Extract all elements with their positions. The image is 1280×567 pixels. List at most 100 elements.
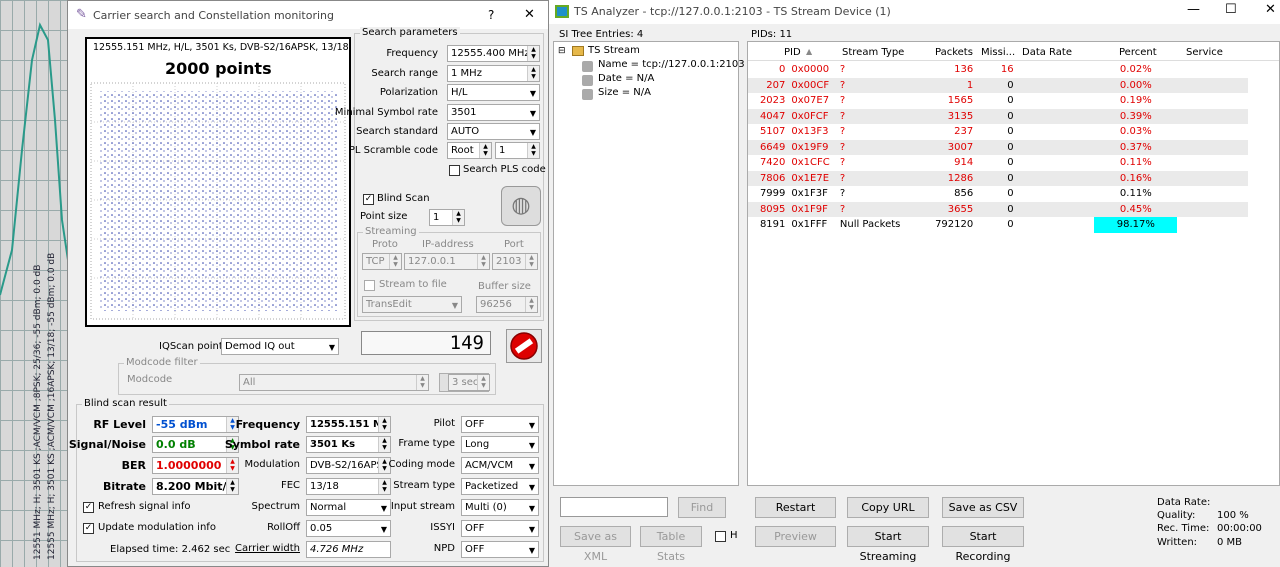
pl-mode-input[interactable]: Root ▲ ▼ bbox=[447, 142, 492, 159]
collapse-icon[interactable]: ⊟ bbox=[558, 46, 566, 56]
refresh-checkbox[interactable]: ✓ bbox=[83, 502, 94, 513]
spinner-icon[interactable]: ▲ ▼ bbox=[226, 458, 238, 473]
sec-input[interactable]: 3 sec ▲ ▼ bbox=[448, 374, 490, 391]
input-stream-select[interactable]: Multi (0) ▼ bbox=[461, 499, 539, 516]
spinner-icon[interactable]: ▲ ▼ bbox=[452, 210, 464, 225]
maximize-icon[interactable]: ☐ bbox=[1225, 2, 1237, 17]
spinner-icon[interactable]: ▲ ▼ bbox=[477, 254, 489, 269]
table-row[interactable]: 7420 0x1CFC? 914 0 0.11% bbox=[748, 155, 1248, 171]
frequency-value: 12555.400 MHz bbox=[451, 48, 530, 59]
close-icon[interactable]: ✕ bbox=[524, 7, 535, 22]
mod-field[interactable]: DVB-S2/16APSK ▲ ▼ bbox=[306, 457, 391, 474]
spinner-icon[interactable]: ▲ ▼ bbox=[527, 143, 539, 158]
col-stream-type[interactable]: Stream Type bbox=[842, 47, 904, 58]
tree-name[interactable]: Name = tcp://127.0.0.1:2103 bbox=[598, 59, 745, 70]
table-row[interactable]: 0 0x0000? 136 16 0.02% bbox=[748, 62, 1248, 78]
table-row[interactable]: 6649 0x19F9? 3007 0 0.37% bbox=[748, 139, 1248, 155]
spinner-icon[interactable]: ▲ ▼ bbox=[378, 437, 390, 452]
spinner-icon[interactable]: ▲ ▼ bbox=[525, 254, 537, 269]
minsr-select[interactable]: 3501 ▼ bbox=[447, 104, 540, 121]
find-button[interactable]: Find bbox=[678, 497, 726, 518]
range-input[interactable]: 1 MHz ▲ ▼ bbox=[447, 65, 540, 82]
spinner-icon[interactable]: ▲ ▼ bbox=[378, 417, 390, 432]
spectrum-select[interactable]: Normal ▼ bbox=[306, 499, 391, 516]
col-packets[interactable]: Packets bbox=[935, 47, 973, 58]
stop-button[interactable] bbox=[506, 329, 542, 363]
col-pid[interactable]: PID bbox=[784, 47, 801, 58]
find-input[interactable] bbox=[560, 497, 668, 517]
freq-field[interactable]: 12555.151 MH ▲ ▼ bbox=[306, 416, 391, 433]
fec-field[interactable]: 13/18 ▲ ▼ bbox=[306, 478, 391, 495]
rf-field[interactable]: -55 dBm ▲ ▼ bbox=[152, 416, 239, 433]
frequency-input[interactable]: 12555.400 MHz ▲ ▼ bbox=[447, 45, 540, 62]
update-checkbox[interactable]: ✓ bbox=[83, 523, 94, 534]
ber-field[interactable]: 1.0000000 ▲ ▼ bbox=[152, 457, 239, 474]
blind-scan-checkbox[interactable]: ✓ bbox=[363, 194, 374, 205]
table-row[interactable]: 8095 0x1F9F? 3655 0 0.45% bbox=[748, 201, 1248, 217]
iq-select[interactable]: Demod IQ out ▼ bbox=[221, 338, 339, 355]
pilot-select[interactable]: OFF ▼ bbox=[461, 416, 539, 433]
preview-button[interactable]: Preview bbox=[755, 526, 836, 547]
table-row[interactable]: 207 0x00CF? 1 0 0.00% bbox=[748, 77, 1248, 93]
globe-scan-button[interactable]: ◍ bbox=[501, 186, 541, 226]
col-data-rate[interactable]: Data Rate bbox=[1022, 47, 1072, 58]
issyi-select[interactable]: OFF ▼ bbox=[461, 520, 539, 537]
col-service[interactable]: Service bbox=[1186, 47, 1223, 58]
col-percent[interactable]: Percent bbox=[1119, 47, 1157, 58]
spinner-icon[interactable]: ▲ ▼ bbox=[477, 375, 489, 390]
modcode-input[interactable]: All ▲ ▼ bbox=[239, 374, 429, 391]
port-input[interactable]: 2103 ▲ ▼ bbox=[492, 253, 538, 270]
table-stats-button[interactable]: Table Stats bbox=[640, 526, 702, 563]
table-row[interactable]: 7806 0x1E7E? 1286 0 0.16% bbox=[748, 170, 1248, 186]
spinner-icon[interactable]: ▲ ▼ bbox=[479, 143, 491, 158]
spinner-icon[interactable]: ▲ ▼ bbox=[389, 254, 401, 269]
npd-select[interactable]: OFF ▼ bbox=[461, 541, 539, 558]
tree-date[interactable]: Date = N/A bbox=[598, 73, 654, 84]
polarization-select[interactable]: H/L ▼ bbox=[447, 84, 540, 101]
table-row[interactable]: 2023 0x07E7? 1565 0 0.19% bbox=[748, 93, 1248, 109]
ip-label: IP-address bbox=[422, 239, 474, 250]
spinner-icon[interactable]: ▲ ▼ bbox=[416, 375, 428, 390]
frame-type-select[interactable]: Long ▼ bbox=[461, 436, 539, 453]
std-select[interactable]: AUTO ▼ bbox=[447, 123, 540, 140]
save-csv-button[interactable]: Save as CSV bbox=[942, 497, 1024, 518]
search-pls-checkbox[interactable] bbox=[449, 165, 460, 176]
stream-type-label: Stream type bbox=[393, 480, 455, 491]
table-row[interactable]: 5107 0x13F3? 237 0 0.03% bbox=[748, 124, 1248, 140]
proto-input[interactable]: TCP ▲ ▼ bbox=[362, 253, 402, 270]
restart-button[interactable]: Restart bbox=[755, 497, 836, 518]
spinner-icon[interactable]: ▲ ▼ bbox=[226, 479, 238, 494]
spectrum-plot: 12551 MHz; H; 3501 KS ;ACM/VCM ;8PSK; 25… bbox=[0, 0, 68, 567]
quality-label: Quality: bbox=[1157, 510, 1196, 521]
spinner-icon[interactable]: ▲ ▼ bbox=[378, 479, 390, 494]
spinner-icon[interactable]: ▲ ▼ bbox=[527, 46, 539, 61]
table-row[interactable]: 4047 0x0FCF? 3135 0 0.39% bbox=[748, 108, 1248, 124]
issyi-value: OFF bbox=[465, 523, 485, 534]
tree-root[interactable]: TS Stream bbox=[588, 45, 640, 56]
coding-mode-select[interactable]: ACM/VCM ▼ bbox=[461, 457, 539, 474]
rolloff-select[interactable]: 0.05 ▼ bbox=[306, 520, 391, 537]
sr-field[interactable]: 3501 Ks ▲ ▼ bbox=[306, 436, 391, 453]
stream-type-select[interactable]: Packetized ▼ bbox=[461, 478, 539, 495]
point-size-input[interactable]: 1 ▲ ▼ bbox=[429, 209, 465, 226]
col-missing[interactable]: Missi... bbox=[981, 47, 1015, 58]
spinner-icon[interactable]: ▲ ▼ bbox=[527, 66, 539, 81]
table-row[interactable]: 7999 0x1F3F? 856 0 0.11% bbox=[748, 186, 1248, 202]
ip-input[interactable]: 127.0.0.1 ▲ ▼ bbox=[404, 253, 490, 270]
app-select[interactable]: TransEdit ▼ bbox=[362, 296, 462, 313]
start-streaming-button[interactable]: Start Streaming bbox=[847, 526, 929, 563]
ts-close-icon[interactable]: ✕ bbox=[1265, 2, 1276, 17]
stream-file-checkbox[interactable] bbox=[364, 280, 375, 291]
save-xml-button[interactable]: Save as XML bbox=[560, 526, 631, 563]
br-field[interactable]: 8.200 Mbit/s ▲ ▼ bbox=[152, 478, 239, 495]
help-button[interactable]: ? bbox=[488, 8, 494, 22]
copy-url-button[interactable]: Copy URL bbox=[847, 497, 929, 518]
spinner-icon[interactable]: ▲ ▼ bbox=[525, 297, 537, 312]
table-row[interactable]: 8191 0x1FFF Null Packets 792120 0 98.17% bbox=[748, 217, 1248, 233]
minimize-icon[interactable]: — bbox=[1187, 2, 1200, 17]
tree-size[interactable]: Size = N/A bbox=[598, 87, 651, 98]
start-recording-button[interactable]: Start Recording bbox=[942, 526, 1024, 563]
pl-value-input[interactable]: 1 ▲ ▼ bbox=[495, 142, 540, 159]
buffer-input[interactable]: 96256 ▲ ▼ bbox=[476, 296, 538, 313]
h-checkbox[interactable] bbox=[715, 531, 726, 542]
